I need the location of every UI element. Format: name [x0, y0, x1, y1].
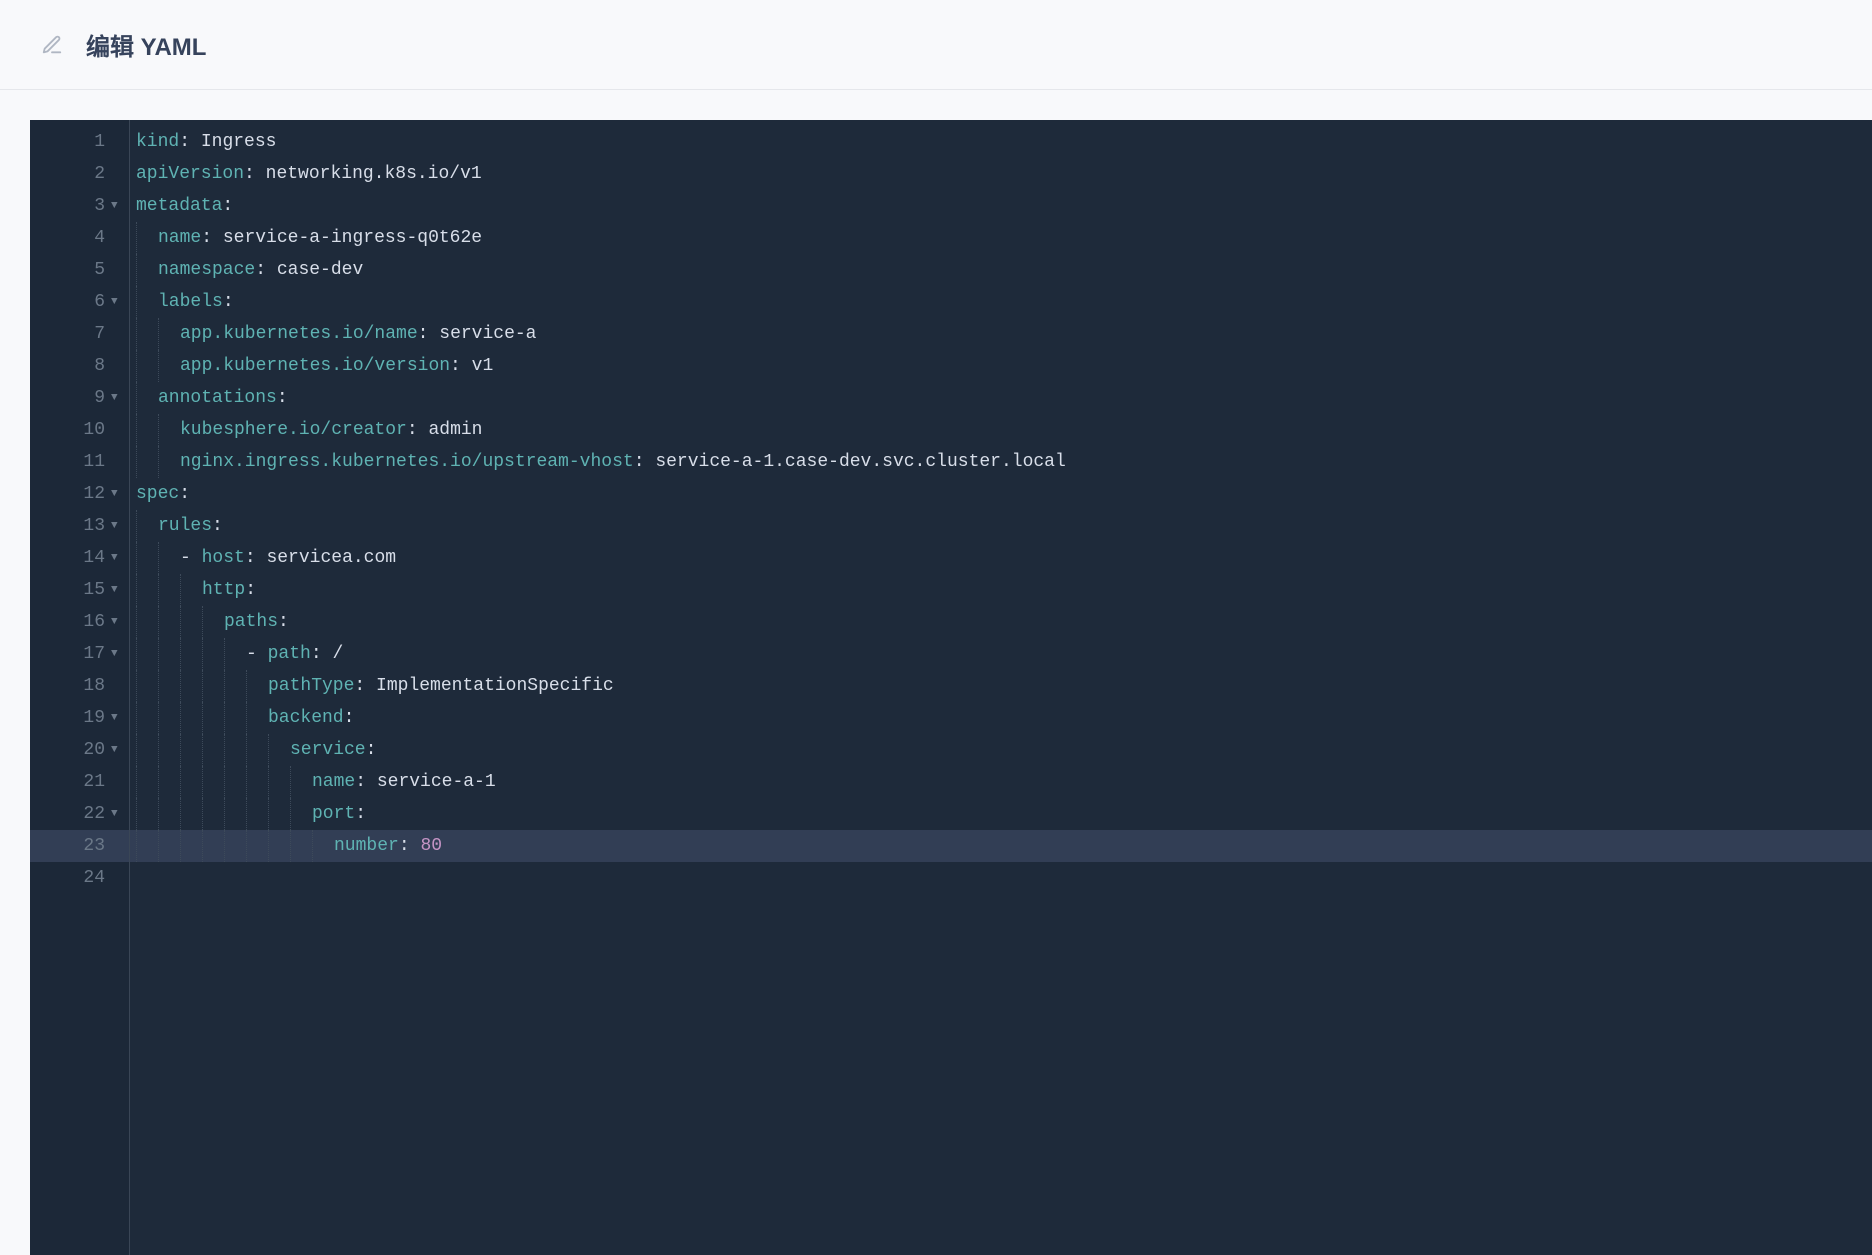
gutter-line: 14▼: [30, 542, 129, 574]
fold-marker-icon[interactable]: ▼: [111, 510, 121, 542]
editor-container: 123▼456▼789▼101112▼13▼14▼15▼16▼17▼1819▼2…: [0, 90, 1872, 1255]
fold-marker-icon[interactable]: ▼: [111, 798, 121, 830]
gutter-line: 11: [30, 446, 129, 478]
editor-code-area[interactable]: kind: IngressapiVersion: networking.k8s.…: [130, 120, 1872, 1255]
gutter-line: 8: [30, 350, 129, 382]
code-line[interactable]: number: 80: [130, 830, 1872, 862]
gutter-line: 7: [30, 318, 129, 350]
gutter-line: 3▼: [30, 190, 129, 222]
pencil-icon: [40, 33, 64, 57]
fold-marker-icon[interactable]: ▼: [111, 542, 121, 574]
yaml-editor[interactable]: 123▼456▼789▼101112▼13▼14▼15▼16▼17▼1819▼2…: [30, 120, 1872, 1255]
fold-marker-icon[interactable]: ▼: [111, 286, 121, 318]
code-line[interactable]: - path: /: [130, 638, 1872, 670]
gutter-line: 18: [30, 670, 129, 702]
code-line[interactable]: name: service-a-1: [130, 766, 1872, 798]
code-line[interactable]: namespace: case-dev: [130, 254, 1872, 286]
fold-marker-icon[interactable]: ▼: [111, 734, 121, 766]
code-line[interactable]: app.kubernetes.io/name: service-a: [130, 318, 1872, 350]
code-line[interactable]: labels:: [130, 286, 1872, 318]
fold-marker-icon[interactable]: ▼: [111, 382, 121, 414]
code-line[interactable]: paths:: [130, 606, 1872, 638]
gutter-line: 6▼: [30, 286, 129, 318]
code-line[interactable]: http:: [130, 574, 1872, 606]
code-line[interactable]: pathType: ImplementationSpecific: [130, 670, 1872, 702]
code-line[interactable]: kubesphere.io/creator: admin: [130, 414, 1872, 446]
header: 编辑 YAML: [0, 0, 1872, 90]
gutter-line: 1: [30, 126, 129, 158]
code-line[interactable]: spec:: [130, 478, 1872, 510]
fold-marker-icon[interactable]: ▼: [111, 702, 121, 734]
gutter-line: 19▼: [30, 702, 129, 734]
fold-marker-icon[interactable]: ▼: [111, 606, 121, 638]
gutter-line: 4: [30, 222, 129, 254]
gutter-line: 20▼: [30, 734, 129, 766]
code-line[interactable]: app.kubernetes.io/version: v1: [130, 350, 1872, 382]
fold-marker-icon[interactable]: ▼: [111, 478, 121, 510]
gutter-line: 24: [30, 862, 129, 894]
fold-marker-icon[interactable]: ▼: [111, 190, 121, 222]
code-line[interactable]: metadata:: [130, 190, 1872, 222]
code-line[interactable]: backend:: [130, 702, 1872, 734]
code-line[interactable]: annotations:: [130, 382, 1872, 414]
page-title: 编辑 YAML: [86, 27, 206, 62]
gutter-line: 17▼: [30, 638, 129, 670]
gutter-line: 23: [30, 830, 129, 862]
code-line[interactable]: rules:: [130, 510, 1872, 542]
gutter-line: 13▼: [30, 510, 129, 542]
gutter-line: 5: [30, 254, 129, 286]
gutter-line: 9▼: [30, 382, 129, 414]
gutter-line: 22▼: [30, 798, 129, 830]
gutter-line: 2: [30, 158, 129, 190]
code-line[interactable]: port:: [130, 798, 1872, 830]
code-line[interactable]: kind: Ingress: [130, 126, 1872, 158]
code-line[interactable]: service:: [130, 734, 1872, 766]
fold-marker-icon[interactable]: ▼: [111, 574, 121, 606]
code-line[interactable]: nginx.ingress.kubernetes.io/upstream-vho…: [130, 446, 1872, 478]
gutter-line: 10: [30, 414, 129, 446]
code-line[interactable]: [130, 862, 1872, 894]
code-line[interactable]: apiVersion: networking.k8s.io/v1: [130, 158, 1872, 190]
code-line[interactable]: name: service-a-ingress-q0t62e: [130, 222, 1872, 254]
editor-gutter: 123▼456▼789▼101112▼13▼14▼15▼16▼17▼1819▼2…: [30, 120, 130, 1255]
gutter-line: 15▼: [30, 574, 129, 606]
gutter-line: 16▼: [30, 606, 129, 638]
gutter-line: 21: [30, 766, 129, 798]
gutter-line: 12▼: [30, 478, 129, 510]
code-line[interactable]: - host: servicea.com: [130, 542, 1872, 574]
fold-marker-icon[interactable]: ▼: [111, 638, 121, 670]
